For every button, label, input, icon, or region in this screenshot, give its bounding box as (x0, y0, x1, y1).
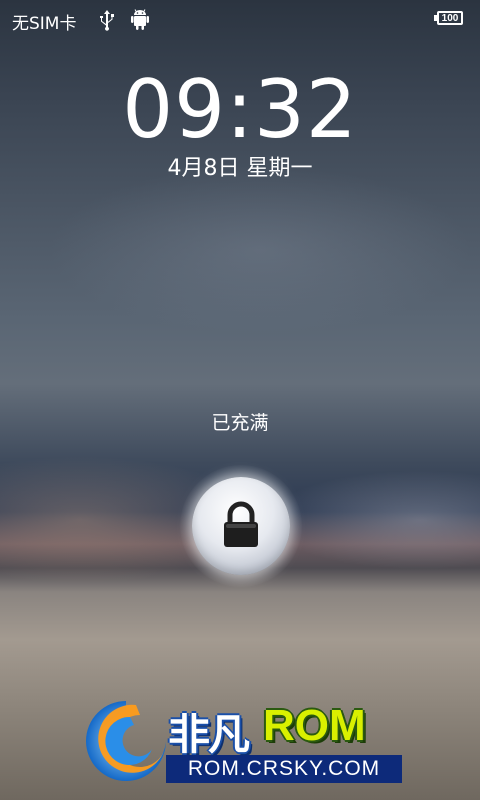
watermark: 非凡 ROM ROM.CRSKY.COM (80, 695, 410, 795)
android-debug-icon (131, 9, 149, 30)
usb-icon (100, 10, 114, 31)
crsky-logo-icon (86, 701, 166, 781)
unlock-handle[interactable] (192, 477, 290, 575)
battery-icon: 100 (434, 11, 463, 25)
watermark-brand-en: ROM (263, 701, 366, 750)
battery-level: 100 (441, 13, 459, 24)
clock-time: 09:32 (122, 63, 358, 156)
padlock-icon (224, 501, 258, 547)
watermark-url: ROM.CRSKY.COM (166, 755, 402, 783)
charging-status: 已充满 (211, 412, 269, 434)
sim-status-text: 无SIM卡 (12, 14, 77, 34)
clock-date: 4月8日 星期一 (167, 156, 313, 181)
status-bar: 无SIM卡 100 (0, 0, 480, 38)
watermark-brand-cn: 非凡 (168, 710, 250, 759)
